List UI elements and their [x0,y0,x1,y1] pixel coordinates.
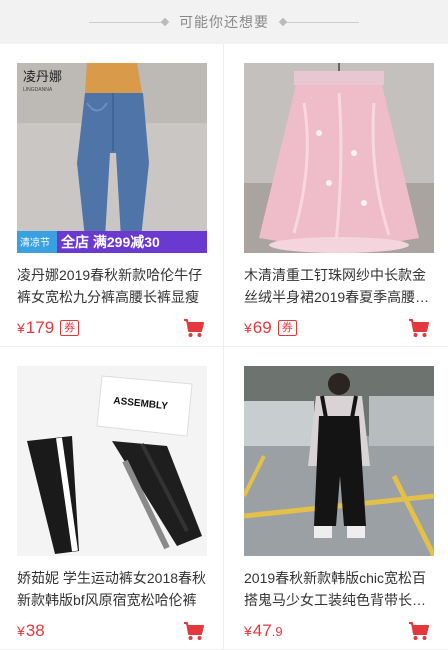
product-price: ¥38 [17,621,45,640]
price-row: ¥47.9 [244,619,430,643]
cart-icon[interactable] [183,621,205,641]
cart-icon[interactable] [183,318,205,338]
product-price: ¥179 [17,318,55,337]
product-image[interactable] [244,366,434,556]
coupon-badge: 券 [60,320,80,336]
cart-icon[interactable] [408,621,430,641]
banner-tag: 清凉节 [20,236,50,249]
banner-promo: 全店 满299减30 [60,234,160,250]
product-name[interactable]: 木清清重工钉珠网纱中长款金丝绒半身裙2019春夏季高腰显瘦 [244,264,436,308]
product-card[interactable]: 凌丹娜 LINGDANNA 清凉节 全店 满299减30 凌丹娜2019春秋新款… [0,44,224,347]
product-price: ¥47.9 [244,621,283,640]
product-name[interactable]: 2019春秋新款韩版chic宽松百搭鬼马少女工装纯色背带长裤女 [244,567,436,611]
divider-left [89,21,165,23]
price-row: ¥179 券 [17,316,205,340]
product-card[interactable]: 木清清重工钉珠网纱中长款金丝绒半身裙2019春夏季高腰显瘦 ¥69 券 [224,44,448,347]
cart-icon[interactable] [408,318,430,338]
product-image[interactable] [244,63,434,253]
brand-logo-en: LINGDANNA [23,87,53,93]
price-row: ¥38 [17,619,205,643]
product-image[interactable]: 凌丹娜 LINGDANNA 清凉节 全店 满299减30 [17,63,207,253]
product-price: ¥69 [244,318,272,337]
recommend-header: 可能你还想要 [0,0,448,44]
section-title: 可能你还想要 [179,14,269,30]
brand-logo: 凌丹娜 [23,69,62,84]
price-row: ¥69 券 [244,316,430,340]
coupon-badge: 券 [277,320,297,336]
product-grid: 凌丹娜 LINGDANNA 清凉节 全店 满299减30 凌丹娜2019春秋新款… [0,44,448,650]
divider-right [283,21,359,23]
product-image[interactable]: ASSEMBLY [17,366,207,556]
product-card[interactable]: ASSEMBLY 娇茹妮 学生运动裤女2018春秋新款韩版bf风原宿宽松哈伦裤 … [0,347,224,650]
product-name[interactable]: 凌丹娜2019春秋新款哈伦牛仔裤女宽松九分裤高腰长裤显瘦 [17,264,209,308]
product-name[interactable]: 娇茹妮 学生运动裤女2018春秋新款韩版bf风原宿宽松哈伦裤 [17,567,209,611]
product-card[interactable]: 2019春秋新款韩版chic宽松百搭鬼马少女工装纯色背带长裤女 ¥47.9 [224,347,448,650]
